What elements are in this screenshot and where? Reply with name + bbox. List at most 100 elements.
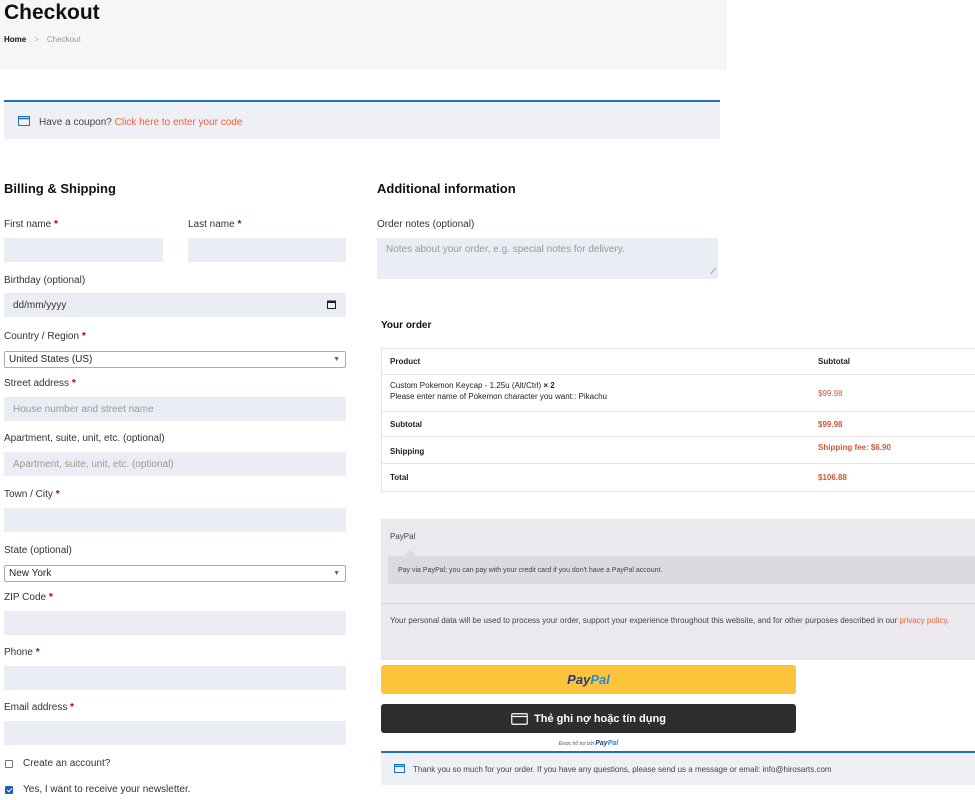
subtotal-row: Subtotal $99.98	[382, 412, 975, 437]
order-item-name: Custom Pokemon Keycap - 1.25u (Alt/Ctrl)	[390, 381, 542, 390]
chevron-down-icon: ▼	[333, 570, 340, 577]
order-notes-label: Order notes (optional)	[377, 219, 475, 230]
powered-by-paypal: Được hỗ trợ bởi PayPal	[381, 740, 796, 747]
additional-info-title: Additional information	[377, 181, 516, 196]
total-value: $106.88	[818, 473, 847, 482]
country-selected: United States (US)	[9, 354, 93, 365]
subtotal-column-header: Subtotal	[818, 357, 850, 366]
city-field[interactable]	[4, 508, 346, 532]
thank-you-notice: Thank you so much for your order. If you…	[381, 751, 975, 785]
subtotal-value: $99.98	[818, 420, 843, 429]
card-button-label: Thẻ ghi nợ hoặc tín dụng	[534, 712, 666, 725]
privacy-end: .	[946, 616, 950, 625]
billing-section-title: Billing & Shipping	[4, 181, 116, 196]
breadcrumb-separator: >	[34, 35, 39, 44]
product-column-header: Product	[390, 357, 421, 366]
total-label: Total	[390, 473, 409, 482]
required-mark: *	[55, 489, 60, 500]
breadcrumb: Home > Checkout	[4, 35, 81, 44]
paypal-logo-pal: Pal	[590, 672, 610, 687]
chevron-down-icon: ▼	[333, 356, 340, 363]
state-label: State (optional)	[4, 545, 72, 556]
zip-field[interactable]	[4, 611, 346, 635]
required-mark: *	[54, 219, 58, 230]
city-label-text: Town / City	[4, 489, 53, 500]
city-label: Town / City *	[4, 489, 60, 500]
shipping-value: Shipping fee: $6.90	[818, 443, 891, 452]
breadcrumb-current: Checkout	[46, 35, 81, 44]
email-field[interactable]	[4, 721, 346, 745]
order-item-description: Custom Pokemon Keycap - 1.25u (Alt/Ctrl)…	[390, 381, 555, 390]
first-name-label-text: First name	[4, 219, 52, 230]
order-item-price: $99.98	[818, 389, 843, 398]
required-mark: *	[81, 331, 86, 342]
required-mark: *	[237, 219, 242, 230]
required-mark: *	[71, 378, 76, 389]
debit-credit-card-button[interactable]: Thẻ ghi nợ hoặc tín dụng	[381, 704, 796, 733]
birthday-field[interactable]: dd/mm/yyyy	[4, 293, 346, 317]
phone-field[interactable]	[4, 666, 346, 690]
create-account-option[interactable]: Create an account?	[5, 758, 110, 769]
create-account-checkbox[interactable]	[5, 759, 13, 768]
last-name-field[interactable]	[188, 238, 346, 262]
paypal-button[interactable]: Pay Pal	[381, 665, 796, 694]
birthday-placeholder: dd/mm/yyyy	[13, 299, 67, 311]
zip-label: ZIP Code *	[4, 592, 53, 603]
shipping-row: Shipping Shipping fee: $6.90	[382, 437, 975, 464]
zip-label-text: ZIP Code	[4, 592, 47, 603]
order-notes-placeholder: Notes about your order, e.g. special not…	[386, 244, 625, 255]
powered-by-logo-pal: Pal	[607, 740, 619, 747]
privacy-policy-link[interactable]: privacy policy	[899, 616, 946, 625]
country-label: Country / Region *	[4, 331, 86, 342]
apartment-field[interactable]: Apartment, suite, unit, etc. (optional)	[4, 452, 346, 476]
country-label-text: Country / Region	[4, 331, 80, 342]
thank-you-text: Thank you so much for your order. If you…	[413, 765, 832, 774]
newsletter-option[interactable]: Yes, I want to receive your newsletter.	[5, 784, 191, 795]
coupon-notice: Have a coupon? Click here to enter your …	[4, 100, 720, 139]
order-notes-textarea[interactable]: Notes about your order, e.g. special not…	[377, 238, 718, 279]
page-title: Checkout	[4, 1, 100, 24]
state-select[interactable]: New York ▼	[4, 565, 346, 582]
email-label-text: Email address	[4, 702, 68, 713]
powered-by-text: Được hỗ trợ bởi	[558, 741, 594, 747]
apartment-label: Apartment, suite, unit, etc. (optional)	[4, 433, 165, 444]
order-table: Product Subtotal Custom Pokemon Keycap -…	[381, 348, 975, 492]
order-item-row: Custom Pokemon Keycap - 1.25u (Alt/Ctrl)…	[382, 375, 975, 412]
required-mark: *	[48, 592, 53, 603]
phone-label: Phone *	[4, 647, 40, 658]
order-item-note: Please enter name of Pokemon character y…	[390, 392, 608, 401]
calendar-icon	[394, 764, 405, 773]
birthday-label: Birthday (optional)	[4, 275, 86, 286]
payment-method-paypal[interactable]: PayPal	[390, 532, 415, 541]
order-item-qty: × 2	[543, 381, 555, 390]
breadcrumb-home-link[interactable]: Home	[4, 35, 26, 44]
create-account-label: Create an account?	[23, 758, 111, 769]
email-label: Email address *	[4, 702, 74, 713]
calendar-icon	[18, 116, 30, 126]
street-label-text: Street address	[4, 378, 70, 389]
privacy-notice: Your personal data will be used to proce…	[390, 614, 970, 627]
payment-method-description: Pay via PayPal; you can pay with your cr…	[388, 550, 975, 584]
powered-by-logo-pay: Pay	[595, 740, 608, 747]
required-mark: *	[70, 702, 75, 713]
resize-handle-icon[interactable]: ⟋	[710, 267, 716, 277]
coupon-text: Have a coupon?	[39, 117, 112, 128]
country-select[interactable]: United States (US) ▼	[4, 351, 346, 368]
first-name-field[interactable]	[4, 238, 163, 262]
subtotal-label: Subtotal	[390, 420, 422, 429]
divider	[381, 603, 975, 604]
privacy-text: Your personal data will be used to proce…	[390, 616, 898, 625]
state-selected: New York	[9, 568, 52, 579]
newsletter-label: Yes, I want to receive your newsletter.	[23, 784, 191, 795]
street-address-field[interactable]: House number and street name	[4, 397, 346, 421]
coupon-link[interactable]: Click here to enter your code	[115, 117, 243, 128]
first-name-label: First name *	[4, 219, 58, 230]
last-name-label: Last name *	[188, 219, 241, 230]
last-name-label-text: Last name	[188, 219, 235, 230]
newsletter-checkbox[interactable]	[5, 785, 13, 794]
calendar-picker-icon[interactable]	[327, 300, 336, 309]
credit-card-icon	[511, 712, 528, 725]
shipping-label: Shipping	[390, 447, 425, 456]
street-label: Street address *	[4, 378, 76, 389]
your-order-title: Your order	[381, 320, 432, 331]
